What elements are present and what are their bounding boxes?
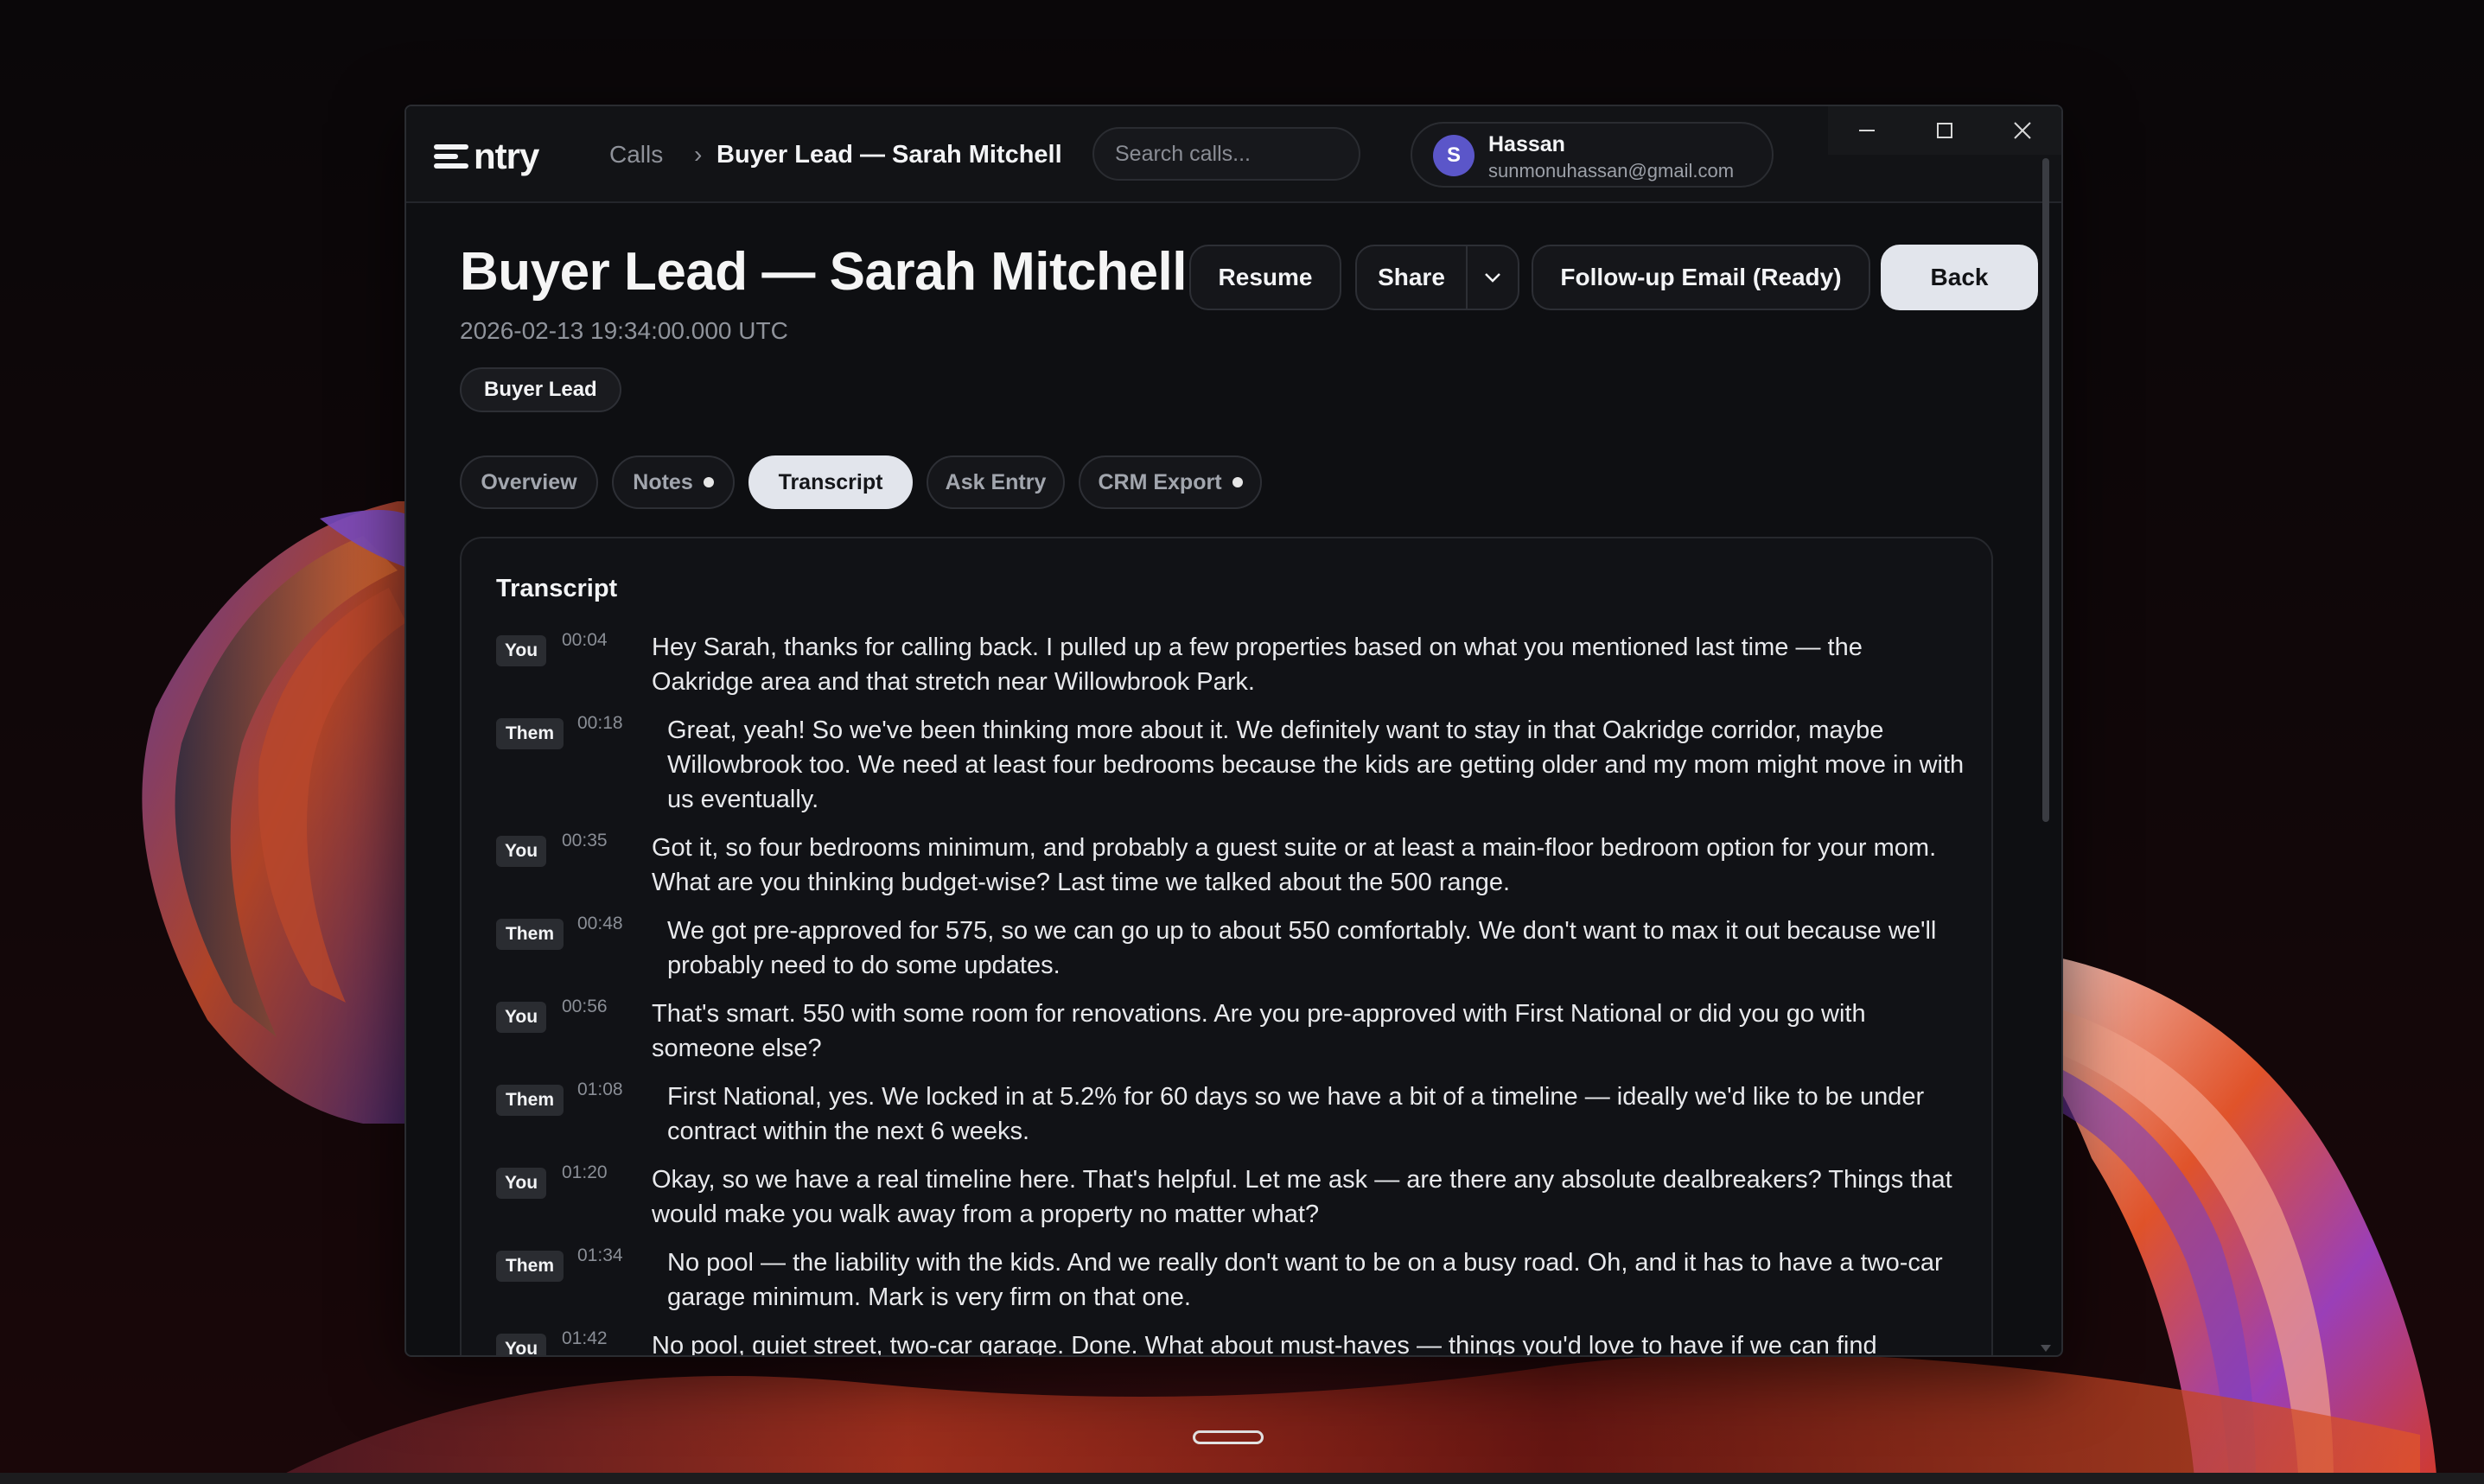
- message-text: Great, yeah! So we've been thinking more…: [667, 717, 1965, 813]
- speaker-badge: You: [496, 1168, 546, 1199]
- chevron-down-icon: [1485, 273, 1500, 283]
- logo-text: ntry: [474, 136, 539, 176]
- breadcrumb-current: Buyer Lead — Sarah Mitchell: [717, 141, 1062, 169]
- tab-ask-entry[interactable]: Ask Entry: [927, 455, 1065, 509]
- back-button[interactable]: Back: [1881, 245, 2038, 310]
- breadcrumb-separator-icon: ›: [694, 141, 703, 168]
- call-date: 2026-02-13 19:34:00.000 UTC: [460, 317, 788, 344]
- user-menu[interactable]: S Hassan sunmonuhassan@gmail.com: [1411, 122, 1774, 188]
- follow-up-email-button[interactable]: Follow-up Email (Ready): [1532, 245, 1870, 310]
- lead-type-tag: Buyer Lead: [460, 367, 621, 412]
- resume-button[interactable]: Resume: [1189, 245, 1341, 310]
- menu-lines-logo-icon: [434, 143, 470, 170]
- minimize-button[interactable]: [1828, 106, 1906, 155]
- scrollbar-thumb[interactable]: [2042, 158, 2049, 822]
- search-input[interactable]: [1092, 127, 1360, 181]
- speaker-badge: Them: [496, 718, 564, 749]
- share-options-button[interactable]: [1466, 245, 1519, 310]
- timestamp[interactable]: 01:20: [562, 1162, 608, 1183]
- tab-label: Ask Entry: [945, 469, 1047, 494]
- tab-notes[interactable]: Notes: [612, 455, 735, 509]
- taskbar-handle[interactable]: [1193, 1430, 1264, 1444]
- maximize-button[interactable]: [1906, 106, 1984, 155]
- transcript-title: Transcript: [496, 575, 618, 602]
- speaker-badge: You: [496, 836, 546, 867]
- unread-dot-icon: [703, 477, 714, 487]
- message-text: That's smart. 550 with some room for ren…: [652, 1000, 1866, 1062]
- tab-label: Transcript: [778, 469, 883, 494]
- app-window: ntry Calls › Buyer Lead — Sarah Mitchell…: [404, 105, 2063, 1357]
- close-button[interactable]: [1984, 106, 2061, 155]
- maximize-icon: [1937, 123, 1952, 138]
- message-text: Got it, so four bedrooms minimum, and pr…: [652, 834, 1937, 896]
- message-text: Okay, so we have a real timeline here. T…: [652, 1166, 1952, 1228]
- taskbar-edge: [0, 1473, 2484, 1484]
- app-logo[interactable]: ntry: [434, 136, 539, 177]
- message-text: We got pre-approved for 575, so we can g…: [667, 917, 1937, 979]
- timestamp[interactable]: 00:48: [577, 914, 623, 934]
- message-text: First National, yes. We locked in at 5.2…: [667, 1083, 1925, 1145]
- tab-overview[interactable]: Overview: [460, 455, 598, 509]
- user-email: sunmonuhassan@gmail.com: [1488, 160, 1735, 182]
- speaker-badge: You: [496, 635, 546, 666]
- close-icon: [2014, 122, 2031, 139]
- speaker-badge: You: [496, 1002, 546, 1033]
- minimize-icon: [1859, 130, 1875, 131]
- timestamp[interactable]: 01:42: [562, 1328, 608, 1349]
- tab-transcript[interactable]: Transcript: [748, 455, 913, 509]
- speaker-badge: Them: [496, 919, 564, 950]
- message-text: No pool, quiet street, two-car garage. D…: [652, 1332, 1877, 1357]
- timestamp[interactable]: 00:18: [577, 713, 623, 734]
- speaker-badge: Them: [496, 1251, 564, 1282]
- scroll-down-arrow-icon[interactable]: [2041, 1345, 2051, 1352]
- avatar: S: [1433, 135, 1474, 176]
- tab-label: Notes: [633, 469, 693, 494]
- timestamp[interactable]: 00:56: [562, 997, 608, 1017]
- page-title: Buyer Lead — Sarah Mitchell: [460, 242, 1187, 302]
- tab-label: CRM Export: [1098, 469, 1222, 494]
- speaker-badge: You: [496, 1334, 546, 1355]
- user-name: Hassan: [1488, 132, 1565, 156]
- tab-label: Overview: [481, 469, 577, 494]
- transcript-panel: Transcript You 00:04 Hey Sarah, thanks f…: [460, 537, 1993, 1357]
- timestamp[interactable]: 01:34: [577, 1245, 623, 1266]
- timestamp[interactable]: 00:35: [562, 831, 608, 851]
- breadcrumb-calls[interactable]: Calls: [609, 141, 663, 169]
- top-navigation-bar: ntry Calls › Buyer Lead — Sarah Mitchell…: [406, 106, 2061, 203]
- timestamp[interactable]: 00:04: [562, 630, 608, 651]
- share-button[interactable]: Share: [1355, 245, 1468, 310]
- window-controls: [1828, 106, 2061, 155]
- unread-dot-icon: [1232, 477, 1243, 487]
- message-text: Hey Sarah, thanks for calling back. I pu…: [652, 634, 1863, 696]
- speaker-badge: Them: [496, 1085, 564, 1116]
- tab-crm-export[interactable]: CRM Export: [1079, 455, 1262, 509]
- timestamp[interactable]: 01:08: [577, 1080, 623, 1100]
- message-text: No pool — the liability with the kids. A…: [667, 1249, 1943, 1311]
